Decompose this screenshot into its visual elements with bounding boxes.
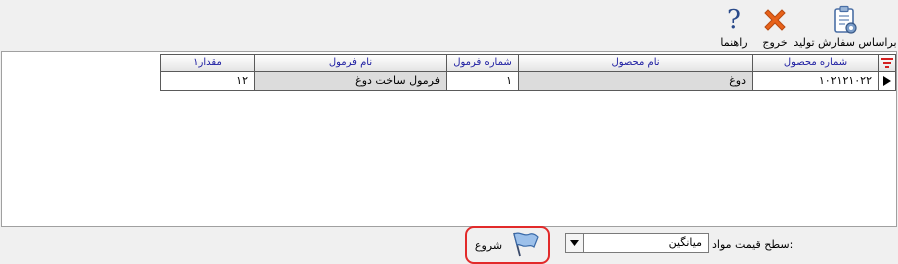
build-from-production-order-button[interactable]: براساس سفارش تولید bbox=[793, 4, 897, 52]
price-level-label: سطح قیمت مواد: bbox=[712, 238, 794, 251]
column-formula-name: نام فرمول فرمول ساخت دوغ bbox=[254, 54, 446, 91]
help-label: راهنما bbox=[720, 36, 748, 49]
filter-icon[interactable] bbox=[878, 54, 896, 72]
data-grid-panel[interactable]: مقدار۱ ۱۲ نام فرمول فرمول ساخت دوغ شماره… bbox=[1, 51, 897, 227]
table-cell-product-name[interactable]: دوغ bbox=[518, 72, 752, 91]
chevron-down-icon[interactable] bbox=[566, 234, 584, 252]
exit-button[interactable]: خروج bbox=[758, 4, 792, 52]
table-cell-product-no[interactable]: ۱۰۲۱۲۱۰۲۲ bbox=[752, 72, 878, 91]
clipboard-gear-icon bbox=[831, 4, 859, 36]
column-amount: مقدار۱ ۱۲ bbox=[160, 54, 254, 91]
question-mark-icon: ? bbox=[727, 4, 741, 36]
flag-icon bbox=[510, 231, 540, 260]
column-header-formula-name[interactable]: نام فرمول bbox=[254, 54, 446, 72]
help-glyph: ? bbox=[727, 5, 741, 35]
help-button[interactable]: ? راهنما bbox=[714, 4, 754, 52]
table-cell-formula-no[interactable]: ۱ bbox=[446, 72, 518, 91]
column-formula-no: شماره فرمول ۱ bbox=[446, 54, 518, 91]
column-header-product-name[interactable]: نام محصول bbox=[518, 54, 752, 72]
start-label: شروع bbox=[474, 238, 503, 252]
price-level-select[interactable]: میانگین bbox=[565, 233, 709, 253]
column-header-product-no[interactable]: شماره محصول bbox=[752, 54, 878, 72]
bottom-bar: سطح قیمت مواد: میانگین شروع bbox=[0, 226, 898, 264]
table-cell-formula-name[interactable]: فرمول ساخت دوغ bbox=[254, 72, 446, 91]
table-cell-amount[interactable]: ۱۲ bbox=[160, 72, 254, 91]
row-pointer-icon[interactable] bbox=[878, 72, 896, 91]
column-header-amount[interactable]: مقدار۱ bbox=[160, 54, 254, 72]
build-from-production-order-label: براساس سفارش تولید bbox=[793, 36, 897, 49]
column-product-name: نام محصول دوغ bbox=[518, 54, 752, 91]
toolbar: براساس سفارش تولید خروج ? راهنما bbox=[0, 0, 898, 50]
column-product-no: شماره محصول ۱۰۲۱۲۱۰۲۲ bbox=[752, 54, 878, 91]
red-x-icon bbox=[761, 4, 789, 36]
column-header-formula-no[interactable]: شماره فرمول bbox=[446, 54, 518, 72]
start-button[interactable]: شروع bbox=[465, 226, 550, 264]
exit-label: خروج bbox=[762, 36, 788, 49]
price-level-value: میانگین bbox=[668, 236, 702, 249]
